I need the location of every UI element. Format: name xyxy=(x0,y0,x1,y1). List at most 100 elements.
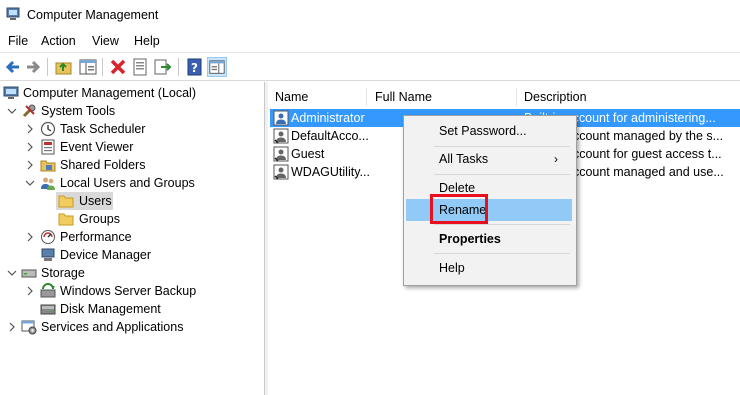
column-divider[interactable] xyxy=(516,88,517,106)
toolbar: ? xyxy=(0,52,740,81)
cell-description: account for guest access t... xyxy=(566,147,722,161)
tree-item-device-manager[interactable]: Device Manager xyxy=(0,246,264,264)
cell-description: account managed and use... xyxy=(566,165,724,179)
menu-view[interactable]: View xyxy=(91,34,120,48)
tree-item-label: Task Scheduler xyxy=(60,122,146,136)
column-header-full-name[interactable]: Full Name xyxy=(375,86,432,108)
chevron-down-icon[interactable] xyxy=(7,264,17,282)
cell-name: DefaultAcco... xyxy=(291,129,369,143)
toolbar-separator xyxy=(102,58,103,76)
tree-item-computer-management[interactable]: Computer Management (Local) xyxy=(0,84,264,102)
svg-text:?: ? xyxy=(191,61,198,75)
tree-item-label: Users xyxy=(79,194,112,208)
user-disabled-icon xyxy=(273,146,289,162)
annotation-highlight xyxy=(430,194,488,224)
menu-item-label: Help xyxy=(439,261,465,275)
tree-item-label: Computer Management (Local) xyxy=(23,86,196,100)
disk-icon xyxy=(40,301,56,317)
menu-separator xyxy=(434,224,570,225)
list-header: Name Full Name Description xyxy=(268,86,740,108)
show-action-pane-icon[interactable] xyxy=(207,57,227,77)
tools-icon xyxy=(21,103,37,119)
context-menu-set-password[interactable]: Set Password... xyxy=(406,120,572,142)
storage-icon xyxy=(21,265,37,281)
chevron-down-icon[interactable] xyxy=(25,174,35,192)
context-menu-properties[interactable]: Properties xyxy=(406,228,572,250)
clock-icon xyxy=(40,121,56,137)
chevron-right-icon[interactable] xyxy=(25,138,35,156)
performance-icon xyxy=(40,229,56,245)
tree-item-windows-server-backup[interactable]: Windows Server Backup xyxy=(0,282,264,300)
chevron-down-icon[interactable] xyxy=(7,102,17,120)
menu-separator xyxy=(434,146,570,147)
up-folder-icon[interactable] xyxy=(54,57,74,77)
tree-item-services-and-applications[interactable]: Services and Applications xyxy=(0,318,264,336)
context-menu-all-tasks[interactable]: All Tasks › xyxy=(406,148,572,170)
properties-icon[interactable] xyxy=(130,57,150,77)
tree-item-local-users-and-groups[interactable]: Local Users and Groups xyxy=(0,174,264,192)
shared-folders-icon xyxy=(40,157,56,173)
menu-action[interactable]: Action xyxy=(40,34,77,48)
tree-item-disk-management[interactable]: Disk Management xyxy=(0,300,264,318)
column-header-name[interactable]: Name xyxy=(275,86,308,108)
content-divider xyxy=(0,80,740,81)
user-disabled-icon xyxy=(273,128,289,144)
help-icon[interactable]: ? xyxy=(185,57,205,77)
users-groups-icon xyxy=(40,175,56,191)
folder-icon xyxy=(58,211,74,227)
tree-item-label: Groups xyxy=(79,212,120,226)
back-icon[interactable] xyxy=(3,57,23,77)
tree-item-label: Shared Folders xyxy=(60,158,146,172)
navigation-tree: Computer Management (Local) System Tools… xyxy=(0,82,264,395)
delete-icon[interactable] xyxy=(108,57,128,77)
tree-item-users[interactable]: Users xyxy=(0,192,264,210)
menu-separator xyxy=(434,253,570,254)
menu-item-label: Properties xyxy=(439,232,501,246)
menu-help[interactable]: Help xyxy=(133,34,161,48)
tree-item-system-tools[interactable]: System Tools xyxy=(0,102,264,120)
chevron-right-icon[interactable] xyxy=(25,228,35,246)
cell-name: WDAGUtility... xyxy=(291,165,370,179)
tree-item-event-viewer[interactable]: Event Viewer xyxy=(0,138,264,156)
cell-name: Guest xyxy=(291,147,325,161)
cell-name: Administrator xyxy=(291,111,365,125)
toolbar-separator xyxy=(178,58,179,76)
tree-item-label: Windows Server Backup xyxy=(60,284,197,298)
show-hide-tree-icon[interactable] xyxy=(78,57,98,77)
folder-icon xyxy=(58,193,74,209)
tree-item-label: System Tools xyxy=(41,104,116,118)
computer-management-icon xyxy=(6,7,20,21)
menu-item-label: Set Password... xyxy=(439,124,527,138)
title-bar: Computer Management xyxy=(0,0,740,30)
event-viewer-icon xyxy=(40,139,56,155)
menu-file[interactable]: File xyxy=(7,34,29,48)
tree-item-shared-folders[interactable]: Shared Folders xyxy=(0,156,264,174)
tree-item-groups[interactable]: Groups xyxy=(0,210,264,228)
computer-management-icon xyxy=(3,85,19,101)
menu-separator xyxy=(434,174,570,175)
tree-item-label: Disk Management xyxy=(60,302,161,316)
tree-item-performance[interactable]: Performance xyxy=(0,228,264,246)
forward-icon[interactable] xyxy=(23,57,43,77)
chevron-right-icon: › xyxy=(554,152,558,166)
column-divider[interactable] xyxy=(366,88,367,106)
column-header-description[interactable]: Description xyxy=(524,86,587,108)
tree-item-label: Event Viewer xyxy=(60,140,134,154)
user-disabled-icon xyxy=(273,164,289,180)
chevron-right-icon[interactable] xyxy=(25,282,35,300)
cell-description: account managed by the s... xyxy=(566,129,724,143)
chevron-right-icon[interactable] xyxy=(25,156,35,174)
menu-bar: File Action View Help xyxy=(0,30,740,52)
chevron-right-icon[interactable] xyxy=(25,120,35,138)
toolbar-separator xyxy=(47,58,48,76)
tree-item-task-scheduler[interactable]: Task Scheduler xyxy=(0,120,264,138)
tree-item-storage[interactable]: Storage xyxy=(0,264,264,282)
context-menu-help[interactable]: Help xyxy=(406,257,572,279)
backup-icon xyxy=(40,283,56,299)
tree-item-label: Services and Applications xyxy=(41,320,184,334)
services-icon xyxy=(21,319,37,335)
export-icon[interactable] xyxy=(153,57,173,77)
chevron-right-icon[interactable] xyxy=(7,318,17,336)
tree-item-label: Local Users and Groups xyxy=(60,176,195,190)
user-icon xyxy=(273,110,289,126)
